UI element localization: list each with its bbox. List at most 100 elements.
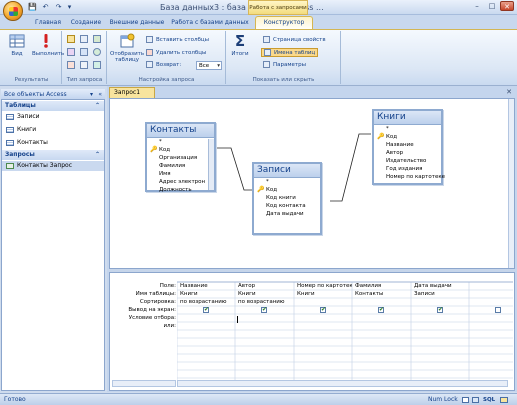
grid-cell-field[interactable]: Автор	[236, 282, 293, 290]
field-key[interactable]: 🔑 Код	[254, 186, 320, 194]
document-tab[interactable]: Запрос1	[109, 87, 155, 98]
grid-cell-table[interactable]: Книги	[295, 290, 352, 298]
pass-through-icon[interactable]	[93, 61, 101, 69]
grid-show-checkbox[interactable]	[378, 306, 384, 313]
grid-label-scrollbar[interactable]	[112, 380, 176, 387]
field[interactable]: Номер по картотеке	[374, 173, 445, 181]
grid-cell-table[interactable]: Контакты	[353, 290, 410, 298]
tab-database-tools[interactable]: Работа с базами данных	[170, 17, 250, 29]
grid-cell-sort[interactable]	[295, 298, 352, 306]
nav-item-knigi[interactable]: Книги	[6, 125, 36, 135]
tab-create[interactable]: Создание	[68, 17, 104, 29]
property-sheet-button[interactable]: Страница свойств	[263, 36, 326, 45]
nav-item-label: Книги	[17, 126, 37, 133]
grid-cell-field[interactable]: Фамилия	[353, 282, 410, 290]
field[interactable]: Фамилия	[147, 162, 214, 170]
field[interactable]: Организация	[147, 154, 214, 162]
tab-home[interactable]: Главная	[30, 17, 66, 29]
field[interactable]: Адрес электрон	[147, 178, 214, 186]
grid-show-checkbox[interactable]	[203, 306, 209, 313]
field-key[interactable]: 🔑 Код	[147, 146, 214, 154]
upper-pane-scrollbar[interactable]	[508, 99, 514, 268]
pivot-view-icon[interactable]	[472, 397, 479, 403]
table-box-zapisi[interactable]: Записи * 🔑 Код Код книги Код контакта Дат…	[252, 162, 322, 235]
shutter-bar-icon[interactable]: «	[98, 89, 102, 100]
grid-cell-table[interactable]: Записи	[412, 290, 469, 298]
redo-icon[interactable]: ↷	[54, 3, 63, 12]
totals-button[interactable]: Σ Итоги	[229, 33, 251, 63]
delete-query-icon[interactable]	[67, 61, 75, 69]
update-query-icon[interactable]	[80, 48, 88, 56]
quick-access-more-icon[interactable]: ▾	[65, 3, 74, 12]
table-box-scrollbar[interactable]	[208, 139, 214, 190]
grid-cell-sort[interactable]	[353, 298, 410, 306]
field-key[interactable]: 🔑 Код	[374, 133, 441, 141]
grid-show-checkbox[interactable]	[437, 306, 443, 313]
show-table-button[interactable]: Отобразить таблицу	[110, 33, 144, 63]
grid-cell-table[interactable]: Книги	[236, 290, 293, 298]
table-box-title[interactable]: Контакты	[147, 124, 214, 138]
view-button[interactable]: Вид	[6, 33, 28, 63]
document-close-icon[interactable]: ✕	[505, 88, 513, 96]
field[interactable]: Код контакта	[254, 202, 320, 210]
minimize-button[interactable]: –	[470, 1, 484, 11]
nav-item-kontakty[interactable]: Контакты	[6, 138, 48, 148]
grid-cell-table[interactable]: Книги	[178, 290, 235, 298]
data-definition-icon[interactable]	[80, 61, 88, 69]
field[interactable]: Код книги	[254, 194, 320, 202]
grid-cell-field[interactable]: Номер по картотеке	[295, 282, 352, 290]
append-query-icon[interactable]	[67, 48, 75, 56]
field-all[interactable]: *	[254, 178, 320, 186]
grid-cell-sort[interactable]: по возрастанию	[236, 298, 293, 306]
field-all[interactable]: *	[147, 138, 214, 146]
select-query-icon[interactable]	[67, 35, 75, 43]
crosstab-icon[interactable]	[93, 35, 101, 43]
undo-icon[interactable]: ↶	[41, 3, 50, 12]
grid-show-checkbox[interactable]	[495, 307, 501, 313]
datasheet-view-icon[interactable]	[462, 397, 469, 403]
grid-cell-field[interactable]	[470, 282, 510, 290]
table-box-title[interactable]: Книги	[374, 111, 441, 125]
union-query-icon[interactable]	[93, 48, 101, 56]
field[interactable]: Должность	[147, 186, 214, 194]
field[interactable]: Автор	[374, 149, 441, 157]
grid-cell-field[interactable]: Название	[178, 282, 235, 290]
table-box-knigi[interactable]: Книги * 🔑 Код Название Автор Издательство…	[372, 109, 445, 185]
nav-section-queries[interactable]: Запросы ⌃	[2, 150, 104, 160]
office-button[interactable]	[3, 1, 23, 21]
maximize-button[interactable]: □	[485, 1, 499, 11]
delete-columns-button[interactable]: Удалить столбцы	[146, 49, 206, 58]
table-box-title[interactable]: Записи	[254, 164, 320, 178]
parameters-button[interactable]: Параметры	[263, 61, 306, 70]
table-names-button[interactable]: Имена таблиц	[261, 48, 319, 57]
field[interactable]: Издательство	[374, 157, 441, 165]
table-box-kontakty[interactable]: Контакты * 🔑 Код Организация Фамилия Имя …	[145, 122, 216, 194]
run-button[interactable]: Выполнить	[32, 33, 64, 63]
grid-show-checkbox[interactable]	[320, 306, 326, 313]
grid-show-checkbox[interactable]	[261, 306, 267, 313]
table-names-icon	[264, 49, 271, 56]
grid-cell-field[interactable]: Дата выдачи	[412, 282, 469, 290]
tab-design[interactable]: Конструктор	[255, 16, 313, 30]
grid-horizontal-scrollbar[interactable]	[177, 380, 508, 387]
field[interactable]: Название	[374, 141, 441, 149]
sql-view-button[interactable]: SQL	[483, 394, 495, 405]
nav-section-tables[interactable]: Таблицы ⌃	[2, 101, 104, 111]
make-table-icon[interactable]	[80, 35, 88, 43]
nav-pane-header[interactable]: Все объекты Access ▾ «	[1, 89, 105, 100]
close-button[interactable]: ✕	[500, 1, 514, 11]
nav-item-zapisi[interactable]: Записи	[6, 112, 40, 122]
field[interactable]: Год издания	[374, 165, 441, 173]
save-icon[interactable]: 💾	[28, 3, 37, 12]
field-all[interactable]: *	[374, 125, 441, 133]
return-select[interactable]: Все ▾	[196, 61, 222, 70]
grid-cell-sort[interactable]	[412, 298, 469, 306]
insert-columns-button[interactable]: Вставить столбцы	[146, 36, 209, 45]
design-view-icon[interactable]	[500, 397, 508, 403]
nav-item-kontakty-zapros[interactable]: Контакты Запрос	[2, 161, 104, 171]
group-show-hide-label: Показать или скрыть	[252, 77, 315, 83]
tab-external-data[interactable]: Внешние данные	[108, 17, 166, 29]
field[interactable]: Имя	[147, 170, 214, 178]
field[interactable]: Дата выдачи	[254, 210, 320, 218]
grid-cell-sort[interactable]: по возрастанию	[178, 298, 235, 306]
